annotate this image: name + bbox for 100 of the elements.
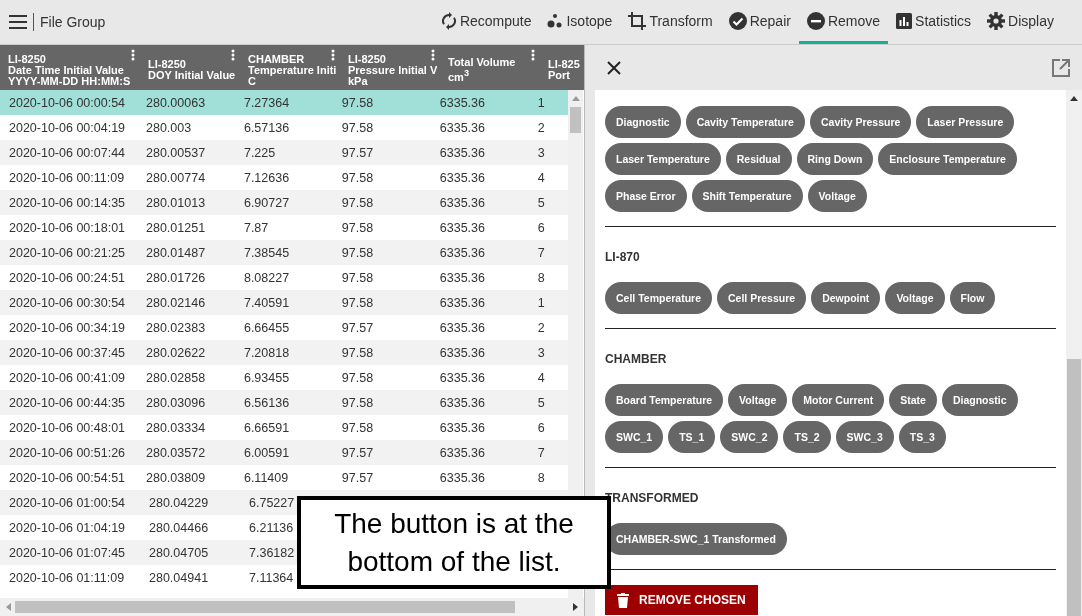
chip[interactable]: Residual	[725, 143, 792, 175]
table-cell-text: 6.90727	[242, 195, 291, 210]
table-row[interactable]: 2020-10-06 00:30:54 280.02146 7.40591 97.58 6335.36 1	[0, 290, 568, 315]
column-header[interactable]: LI-8250 Date Time Initial Value YYYY-MM-DD HH:MM:S	[8, 53, 131, 87]
chip[interactable]: Cell Temperature	[605, 282, 712, 314]
menu-icon[interactable]	[9, 15, 27, 29]
table-cell-text: 8	[536, 470, 546, 485]
chip[interactable]: Diagnostic	[941, 384, 1018, 416]
table-cell-text: 97.58	[340, 170, 375, 185]
scroll-up-icon[interactable]	[1070, 96, 1078, 101]
more-icon[interactable]	[431, 49, 435, 61]
table-cell-text: 280.02146	[145, 295, 207, 310]
chip[interactable]: Flow	[949, 282, 996, 314]
table-cell-text: 7	[536, 445, 546, 460]
table-cell-text: 7	[536, 245, 546, 260]
table-cell-text: 6335.36	[438, 370, 486, 385]
chip[interactable]: TS_2	[783, 421, 831, 453]
column-header[interactable]: CHAMBER Temperature Initi C	[248, 53, 337, 87]
table-cell-text: 280.03572	[145, 445, 207, 460]
chip[interactable]: Motor Current	[792, 384, 885, 416]
scrollbar[interactable]	[1066, 90, 1082, 616]
chip[interactable]: Diagnostic	[605, 106, 681, 138]
table-row[interactable]: 2020-10-06 00:07:44 280.00537 7.225 97.57 6335.36 3	[0, 140, 568, 165]
table-row[interactable]: 2020-10-06 00:51:26 280.03572 6.00591 97.57 6335.36 7	[0, 440, 568, 465]
table-cell-text: 1	[536, 95, 546, 110]
dots-icon	[547, 12, 564, 29]
chip[interactable]: Laser Pressure	[916, 106, 1015, 138]
table-cell-text: 7.11364	[248, 570, 295, 585]
chip[interactable]: TS_3	[898, 421, 946, 453]
more-icon[interactable]	[131, 49, 135, 61]
table-cell-text: 280.03096	[145, 395, 207, 410]
table-cell-text: 280.00063	[145, 95, 207, 110]
table-row[interactable]: 2020-10-06 00:00:54 280.00063 7.27364 97.58 6335.36 1	[0, 90, 568, 115]
chip[interactable]: Phase Error	[605, 180, 687, 212]
scroll-thumb[interactable]	[15, 601, 515, 613]
table-cell-text: 5	[536, 195, 546, 210]
chip[interactable]: SWC_2	[720, 421, 779, 453]
column-header[interactable]: LI-825 Port	[548, 59, 580, 81]
chip[interactable]: State	[889, 384, 937, 416]
toolbar-tab[interactable]: Repair	[720, 0, 799, 44]
toolbar-tab[interactable]: Display	[979, 0, 1062, 44]
table-cell-text: 280.01726	[145, 270, 207, 285]
toolbar-tab[interactable]: Remove	[798, 0, 889, 44]
scroll-thumb[interactable]	[570, 107, 581, 133]
table-cell-text: 4	[536, 370, 546, 385]
chip[interactable]: Voltage	[807, 180, 867, 212]
more-icon[interactable]	[331, 49, 335, 61]
more-icon[interactable]	[231, 49, 235, 61]
chip[interactable]: Voltage	[885, 282, 945, 314]
toolbar-tab[interactable]: Statistics	[888, 0, 980, 44]
open-external-icon[interactable]	[1052, 58, 1070, 77]
table-cell-text: 6335.36	[438, 245, 486, 260]
chip[interactable]: Laser Temperature	[605, 143, 721, 175]
chip[interactable]: Shift Temperature	[691, 180, 803, 212]
table-cell-text: 2020-10-06 00:11:09	[8, 170, 126, 185]
trash-icon	[617, 592, 629, 608]
chip[interactable]: SWC_3	[835, 421, 894, 453]
chip[interactable]: TS_1	[668, 421, 716, 453]
toolbar-tab[interactable]: Transform	[620, 0, 721, 44]
table-cell-text: 280.00537	[145, 145, 207, 160]
chip[interactable]: SWC_1	[605, 421, 664, 453]
table-row[interactable]: 2020-10-06 00:14:35 280.01013 6.90727 97.58 6335.36 5	[0, 190, 568, 215]
table-cell-text: 280.01487	[145, 245, 207, 260]
table-cell-text: 2020-10-06 00:30:54	[8, 295, 127, 310]
table-cell-text: 97.57	[340, 145, 375, 160]
table-row[interactable]: 2020-10-06 00:44:35 280.03096 6.56136 97.58 6335.36 5	[0, 390, 568, 415]
close-icon[interactable]	[607, 60, 621, 75]
table-cell-text: 2020-10-06 00:21:25	[8, 245, 127, 260]
table-cell-text: 280.04941	[148, 570, 210, 585]
remove-chosen-button[interactable]: REMOVE CHOSEN	[605, 585, 758, 615]
table-cell-text: 97.58	[340, 345, 375, 360]
scroll-thumb[interactable]	[1067, 358, 1081, 616]
chip[interactable]: Cell Pressure	[717, 282, 807, 314]
chip[interactable]: Cavity Temperature	[685, 106, 805, 138]
chip[interactable]: Enclosure Temperature	[878, 143, 1017, 175]
horizontal-scrollbar[interactable]	[0, 598, 584, 616]
table-cell-text: 97.58	[340, 420, 375, 435]
more-icon[interactable]	[531, 49, 535, 61]
table-row[interactable]: 2020-10-06 00:37:45 280.02622 7.20818 97.58 6335.36 3	[0, 340, 568, 365]
table-cell-text: 2	[536, 120, 546, 135]
toolbar-tab[interactable]: Recompute	[432, 0, 540, 44]
table-cell-text: 3	[536, 345, 546, 360]
column-header[interactable]: Total Volume cm$^{3}$	[448, 57, 516, 83]
table-cell-text: 97.58	[340, 95, 375, 110]
table-cell-text: 6	[536, 220, 546, 235]
column-header[interactable]: LI-8250 DOY Initial Value	[148, 59, 236, 81]
column-header[interactable]: LI-8250 Pressure Initial V kPa	[348, 53, 438, 87]
table-cell-text: 2020-10-06 01:04:19	[8, 520, 127, 535]
table-cell-text: 7.87	[242, 220, 270, 235]
chip[interactable]: Ring Down	[796, 143, 874, 175]
chip[interactable]: Cavity Pressure	[809, 106, 912, 138]
table-cell-text: 280.04705	[148, 545, 210, 560]
chip[interactable]: Board Temperature	[605, 384, 724, 416]
table-cell-text: 280.01251	[145, 220, 207, 235]
table-cell-text: 4	[536, 170, 546, 185]
table-row[interactable]: 2020-10-06 00:21:25 280.01487 7.38545 97.58 6335.36 7	[0, 240, 568, 265]
toolbar-tab[interactable]: Isotope	[539, 0, 621, 44]
chip[interactable]: Voltage	[728, 384, 788, 416]
chip[interactable]: Dewpoint	[811, 282, 881, 314]
scroll-right-icon[interactable]	[573, 603, 578, 611]
